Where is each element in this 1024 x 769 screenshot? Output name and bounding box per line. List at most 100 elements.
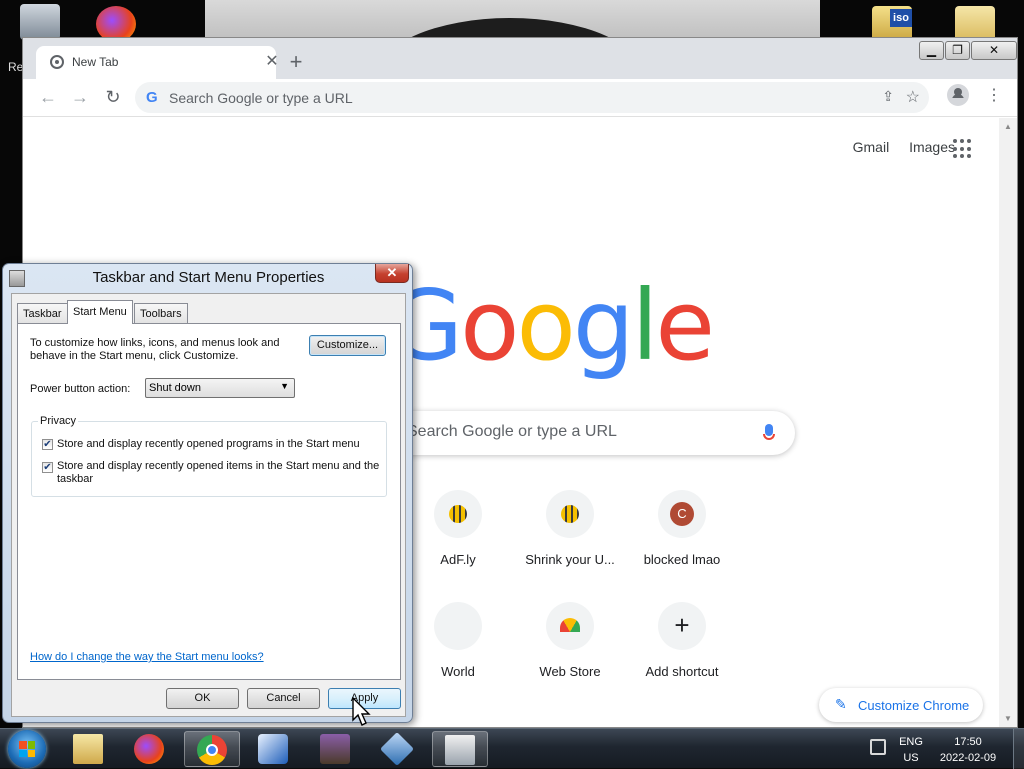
recent-items-label: Store and display recently opened items … — [57, 460, 380, 485]
start-menu-tab-panel: To customize how links, icons, and menus… — [17, 323, 401, 680]
firefox-icon — [134, 734, 164, 764]
shortcut-label: Shrink your U... — [525, 552, 615, 567]
taskbar-firefox[interactable] — [122, 731, 178, 767]
intro-text: To customize how links, icons, and menus… — [30, 337, 280, 362]
shortcut-label: blocked lmao — [643, 552, 721, 567]
chrome-menu-icon[interactable]: ⋮ — [984, 84, 1004, 108]
omnibox-placeholder: Search Google or type a URL — [169, 90, 353, 106]
clock-date: 2022-02-09 — [939, 752, 997, 764]
network-icon[interactable] — [870, 739, 886, 755]
shortcut-label: Add shortcut — [645, 664, 719, 679]
power-button-label: Power button action: — [30, 383, 131, 395]
ntp-search-placeholder: Search Google or type a URL — [407, 423, 617, 440]
ntp-search-box[interactable]: Search Google or type a URL — [383, 411, 795, 455]
tab-close-icon[interactable]: ✕ — [262, 52, 282, 72]
shortcut-label: Web Store — [539, 664, 601, 679]
recent-items-checkbox[interactable]: ✔ — [42, 462, 53, 473]
taskbar-control-panel[interactable] — [432, 731, 488, 767]
letter-avatar-icon: C — [670, 502, 694, 526]
forward-arrow-icon[interactable]: → — [69, 87, 91, 107]
gmail-link[interactable]: Gmail — [853, 139, 890, 155]
google-logo-letter: e — [655, 269, 715, 382]
google-logo-letter: g — [572, 269, 635, 382]
scrollbar[interactable]: ▲ ▼ — [999, 118, 1017, 727]
power-button-value: Shut down — [149, 382, 201, 394]
winrar-icon — [320, 734, 350, 764]
plus-icon: + — [674, 610, 690, 640]
bookmark-star-icon[interactable]: ☆ — [906, 87, 920, 107]
google-logo-letter: o — [516, 269, 576, 382]
images-link[interactable]: Images — [909, 139, 955, 155]
bee-icon — [561, 505, 579, 523]
taskbar-properties-dialog: Taskbar and Start Menu Properties ✕ Task… — [2, 263, 413, 723]
shortcut-tile[interactable]: C blocked lmao — [626, 490, 738, 600]
ntp-header-links: Gmail Images — [837, 139, 955, 155]
google-logo-letter: o — [460, 269, 519, 382]
pencil-icon: ✎ — [835, 696, 847, 712]
shortcut-tile[interactable]: World — [402, 602, 514, 712]
generic-site-icon — [434, 602, 482, 650]
language-indicator[interactable]: ENG US — [893, 734, 929, 766]
tab-title: New Tab — [72, 55, 119, 69]
taskbar-chrome[interactable] — [184, 731, 240, 767]
virtualbox-icon — [380, 732, 414, 766]
file-explorer-icon — [73, 734, 103, 764]
recycle-bin-icon[interactable] — [20, 4, 60, 40]
bee-icon — [449, 505, 467, 523]
shortcut-label: World — [441, 664, 475, 679]
language-code: ENG — [899, 736, 923, 748]
chrome-toolbar: ← → ↻ G Search Google or type a URL ⇪ ☆ — [23, 79, 1017, 117]
shortcut-tile[interactable]: + Add shortcut — [626, 602, 738, 712]
shortcut-tile[interactable]: Web Store — [514, 602, 626, 712]
voice-search-icon[interactable] — [763, 424, 775, 440]
minimize-button[interactable]: ▁ — [919, 41, 944, 60]
power-button-select[interactable]: Shut down ▼ — [145, 378, 295, 398]
chevron-down-icon: ▼ — [280, 381, 289, 391]
dialog-close-button[interactable]: ✕ — [375, 264, 409, 283]
shortcut-tile[interactable]: Shrink your U... — [514, 490, 626, 600]
maximize-button[interactable]: ❐ — [945, 41, 970, 60]
windows-logo-icon — [19, 741, 35, 757]
google-logo-letter: l — [631, 269, 658, 382]
tab-new-tab[interactable]: New Tab ✕ — [36, 46, 279, 79]
taskbar: ENG US 17:50 2022-02-09 — [0, 728, 1024, 769]
control-panel-icon — [445, 735, 475, 765]
profile-avatar-icon[interactable] — [947, 84, 969, 106]
mouse-cursor-icon — [352, 697, 371, 726]
shortcut-tile[interactable]: AdF.ly — [402, 490, 514, 600]
taskbar-winrar[interactable] — [308, 731, 364, 767]
tab-start-menu[interactable]: Start Menu — [67, 300, 133, 324]
dialog-body: Taskbar Start Menu Toolbars To customize… — [11, 293, 406, 717]
taskbar-file-explorer[interactable] — [61, 731, 117, 767]
new-tab-button[interactable]: + — [285, 51, 307, 74]
taskbar-app[interactable] — [246, 731, 302, 767]
back-arrow-icon[interactable]: ← — [37, 87, 59, 107]
recent-programs-checkbox[interactable]: ✔ — [42, 439, 53, 450]
taskbar-virtualbox[interactable] — [370, 731, 426, 767]
shortcut-label: AdF.ly — [440, 552, 476, 567]
reload-icon[interactable]: ↻ — [102, 87, 124, 107]
customize-start-menu-button[interactable]: Customize... — [309, 335, 386, 356]
help-link[interactable]: How do I change the way the Start menu l… — [30, 651, 264, 663]
close-window-button[interactable]: ✕ — [971, 41, 1017, 60]
show-desktop-button[interactable] — [1013, 729, 1024, 769]
app-icon — [258, 734, 288, 764]
share-icon[interactable]: ⇪ — [882, 88, 894, 105]
tab-toolbars[interactable]: Toolbars — [134, 303, 188, 323]
google-g-icon: G — [146, 89, 158, 106]
keyboard-layout: US — [903, 752, 919, 764]
dialog-title: Taskbar and Start Menu Properties — [92, 269, 325, 286]
chrome-favicon-icon — [50, 55, 64, 69]
clock-time: 17:50 — [954, 736, 982, 748]
google-apps-icon[interactable] — [953, 139, 973, 159]
ok-button[interactable]: OK — [166, 688, 239, 709]
start-button[interactable] — [8, 730, 46, 768]
cancel-button[interactable]: Cancel — [247, 688, 320, 709]
tab-taskbar[interactable]: Taskbar — [17, 303, 68, 323]
system-clock[interactable]: 17:50 2022-02-09 — [932, 734, 1004, 766]
recent-programs-label: Store and display recently opened progra… — [57, 438, 360, 450]
customize-chrome-button[interactable]: ✎ Customize Chrome — [819, 688, 983, 722]
privacy-label: Privacy — [38, 415, 79, 427]
omnibox[interactable]: G Search Google or type a URL ⇪ ☆ — [135, 82, 929, 113]
chrome-tab-strip: New Tab ✕ + ▁ ❐ ✕ — [23, 38, 1017, 79]
